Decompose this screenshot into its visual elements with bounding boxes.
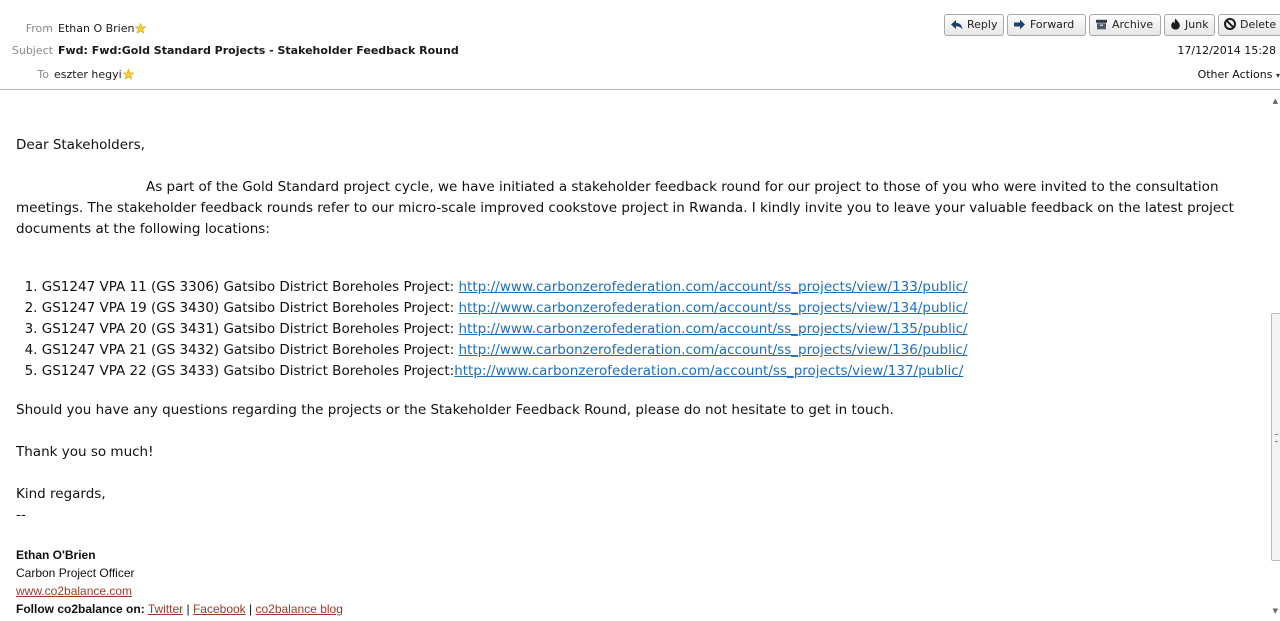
vertical-scrollbar[interactable]: ▲ ▼	[1268, 91, 1280, 621]
list-number: 4.	[24, 342, 38, 358]
project-link[interactable]: http://www.carbonzerofederation.com/acco…	[459, 300, 968, 316]
star-icon[interactable]	[122, 68, 135, 84]
greeting: Dear Stakeholders,	[16, 137, 145, 153]
scroll-down-arrow-icon[interactable]: ▼	[1273, 607, 1278, 615]
project-title: GS1247 VPA 21 (GS 3432) Gatsibo District…	[41, 342, 459, 358]
subject-label: Subject	[11, 44, 53, 57]
intro-paragraph: As part of the Gold Standard project cyc…	[16, 179, 1234, 237]
project-title: GS1247 VPA 20 (GS 3431) Gatsibo District…	[41, 321, 459, 337]
list-item: 4. GS1247 VPA 21 (GS 3432) Gatsibo Distr…	[16, 340, 968, 361]
junk-label: Junk	[1185, 18, 1209, 31]
scroll-up-arrow-icon[interactable]: ▲	[1273, 97, 1278, 105]
facebook-link[interactable]: Facebook	[193, 602, 246, 616]
archive-button[interactable]: Archive	[1089, 14, 1161, 36]
other-actions-menu[interactable]: Other Actions ▾	[1198, 68, 1280, 81]
follow-label: Follow co2balance on:	[16, 602, 145, 616]
chevron-down-icon: ▾	[1275, 71, 1280, 80]
archive-box-icon	[1096, 19, 1107, 30]
project-link[interactable]: http://www.carbonzerofederation.com/acco…	[454, 363, 963, 379]
fire-icon	[1171, 18, 1180, 30]
thanks-line: Thank you so much!	[16, 444, 154, 460]
link-separator: |	[249, 602, 253, 616]
regards-line: Kind regards,	[16, 486, 106, 502]
website-link[interactable]: www.co2balance.com	[16, 584, 132, 598]
no-entry-icon	[1224, 18, 1236, 30]
list-number: 5.	[24, 363, 38, 379]
junk-button[interactable]: Junk	[1164, 14, 1215, 36]
list-number: 1.	[24, 279, 38, 295]
project-link[interactable]: http://www.carbonzerofederation.com/acco…	[459, 342, 968, 358]
signature-dashes: --	[16, 507, 26, 523]
message-body: Dear Stakeholders, As part of the Gold S…	[16, 90, 1266, 621]
forward-button[interactable]: Forward	[1007, 14, 1086, 36]
delete-label: Delete	[1240, 18, 1277, 31]
list-item: 1. GS1247 VPA 11 (GS 3306) Gatsibo Distr…	[16, 277, 968, 298]
from-label: From	[25, 22, 53, 35]
from-sender[interactable]: Ethan O Brien	[58, 22, 134, 35]
grip-icon	[1275, 434, 1278, 442]
project-title: GS1247 VPA 19 (GS 3430) Gatsibo District…	[41, 300, 459, 316]
message-header: From Ethan O Brien Subject Fwd: Fwd:Gold S…	[0, 0, 1280, 90]
archive-label: Archive	[1112, 18, 1154, 31]
link-separator: |	[186, 602, 190, 616]
signature-website-row: www.co2balance.com	[16, 583, 132, 599]
delete-button[interactable]: Delete	[1218, 14, 1280, 36]
blog-link[interactable]: co2balance blog	[255, 602, 342, 616]
reply-button[interactable]: Reply	[944, 14, 1004, 36]
subject-row: Subject Fwd: Fwd:Gold Standard Projects -…	[0, 44, 459, 58]
project-title: GS1247 VPA 22 (GS 3433) Gatsibo District…	[41, 363, 455, 379]
to-label: To	[37, 68, 49, 81]
to-row: To eszter hegyi	[0, 68, 135, 84]
to-recipient[interactable]: eszter hegyi	[54, 68, 122, 81]
star-icon[interactable]	[134, 22, 147, 38]
signature-name: Ethan O'Brien	[16, 548, 96, 562]
twitter-link[interactable]: Twitter	[148, 602, 183, 616]
other-actions-label: Other Actions	[1197, 68, 1273, 81]
signature-title: Carbon Project Officer	[16, 566, 135, 580]
follow-row: Follow co2balance on: Twitter | Facebook…	[16, 601, 343, 617]
questions-paragraph: Should you have any questions regarding …	[16, 402, 894, 418]
from-row: From Ethan O Brien	[0, 22, 147, 38]
scrollbar-thumb[interactable]	[1271, 313, 1280, 561]
project-link[interactable]: http://www.carbonzerofederation.com/acco…	[459, 321, 968, 337]
list-item: 3. GS1247 VPA 20 (GS 3431) Gatsibo Distr…	[16, 319, 968, 340]
message-date: 17/12/2014 15:28	[1177, 44, 1276, 57]
subject-text: Fwd: Fwd:Gold Standard Projects - Stakeh…	[58, 44, 459, 57]
project-link[interactable]: http://www.carbonzerofederation.com/acco…	[459, 279, 968, 295]
list-item: 2. GS1247 VPA 19 (GS 3430) Gatsibo Distr…	[16, 298, 968, 319]
forward-label: Forward	[1030, 18, 1075, 31]
project-title: GS1247 VPA 11 (GS 3306) Gatsibo District…	[41, 279, 459, 295]
reply-arrow-icon	[951, 20, 963, 30]
list-number: 2.	[24, 300, 38, 316]
list-number: 3.	[24, 321, 38, 337]
project-list: 1. GS1247 VPA 11 (GS 3306) Gatsibo Distr…	[16, 277, 968, 382]
forward-arrow-icon	[1014, 19, 1025, 30]
list-item: 5. GS1247 VPA 22 (GS 3433) Gatsibo Distr…	[16, 361, 968, 382]
reply-label: Reply	[967, 18, 998, 31]
